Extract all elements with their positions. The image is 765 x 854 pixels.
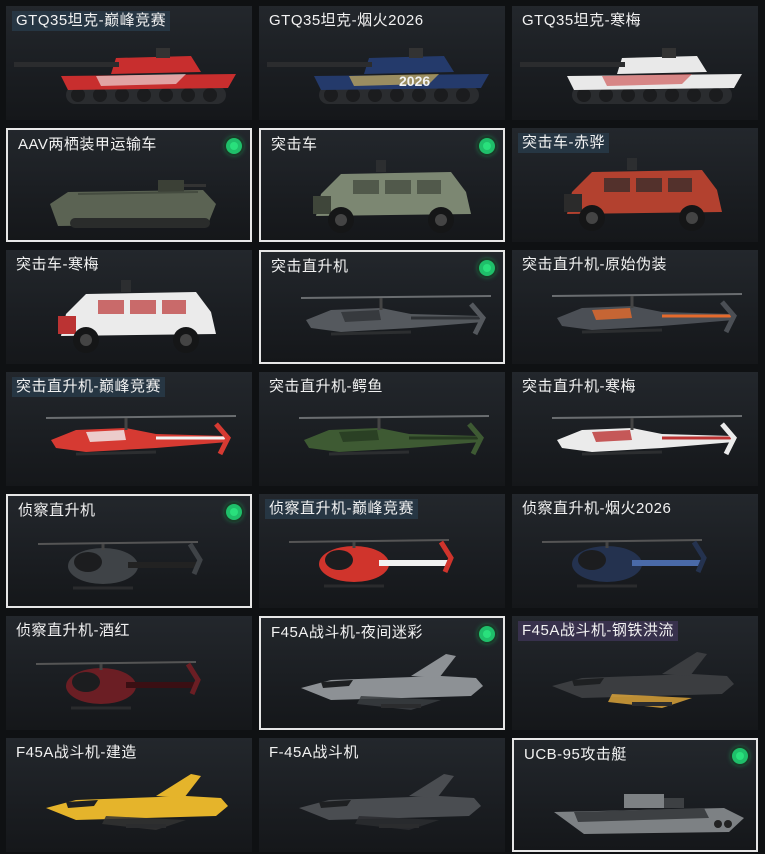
scout-vehicle-image xyxy=(35,661,201,710)
tank-vehicle-image: 2026 xyxy=(267,48,489,104)
vehicle-card[interactable]: 侦察直升机 xyxy=(6,494,252,608)
vehicle-card[interactable]: F45A战斗机-夜间迷彩 xyxy=(259,616,505,730)
jet-vehicle-image xyxy=(46,774,228,830)
scout-vehicle-image xyxy=(37,541,203,590)
heli-vehicle-image xyxy=(298,415,490,456)
tank-vehicle-image xyxy=(14,48,236,104)
vehicle-card[interactable]: F45A战斗机-建造 xyxy=(6,738,252,852)
vehicle-card[interactable]: 突击车-赤骅 xyxy=(512,128,758,242)
scout-vehicle-image xyxy=(288,539,454,588)
jet-vehicle-image xyxy=(301,654,483,710)
vehicle-card[interactable]: 突击直升机-巅峰竞赛 xyxy=(6,372,252,486)
heli-vehicle-image xyxy=(300,295,492,336)
svg-text:2026: 2026 xyxy=(399,73,430,89)
heli-vehicle-image xyxy=(45,415,237,456)
vehicle-card[interactable]: 侦察直升机-巅峰竞赛 xyxy=(259,494,505,608)
aav-vehicle-image xyxy=(50,180,216,228)
vehicle-card[interactable]: 突击车 xyxy=(259,128,505,242)
heli-vehicle-image xyxy=(551,293,743,334)
vehicle-card[interactable]: GTQ35坦克-巅峰竞赛 xyxy=(6,6,252,120)
vehicle-card[interactable]: UCB-95攻击艇 xyxy=(512,738,758,852)
vehicle-card[interactable]: 突击直升机-寒梅 xyxy=(512,372,758,486)
vehicle-card[interactable]: 侦察直升机-酒红 xyxy=(6,616,252,730)
jet-vehicle-image xyxy=(299,774,481,830)
truck-vehicle-image xyxy=(564,158,722,231)
vehicle-card[interactable]: AAV两栖装甲运输车 xyxy=(6,128,252,242)
vehicle-card[interactable]: 突击直升机-鳄鱼 xyxy=(259,372,505,486)
vehicle-card[interactable]: F45A战斗机-钢铁洪流 xyxy=(512,616,758,730)
vehicle-card[interactable]: GTQ35坦克-寒梅 xyxy=(512,6,758,120)
vehicle-card[interactable]: 突击车-寒梅 xyxy=(6,250,252,364)
heli-vehicle-image xyxy=(551,415,743,456)
vehicle-card[interactable]: 突击直升机 xyxy=(259,250,505,364)
scout-vehicle-image xyxy=(541,539,707,588)
vehicle-card[interactable]: 突击直升机-原始伪装 xyxy=(512,250,758,364)
vehicle-card[interactable]: F-45A战斗机 xyxy=(259,738,505,852)
truck-vehicle-image xyxy=(313,160,471,233)
vehicle-card[interactable]: GTQ35坦克-烟火2026 2026 xyxy=(259,6,505,120)
vehicle-card[interactable]: 侦察直升机-烟火2026 xyxy=(512,494,758,608)
tank-vehicle-image xyxy=(520,48,742,104)
jet-vehicle-image xyxy=(552,652,734,708)
boat-vehicle-image xyxy=(554,794,744,834)
truck-vehicle-image xyxy=(58,280,216,353)
vehicle-grid: GTQ35坦克-巅峰竞赛 GTQ35坦克-烟火2026 2026 GTQ35坦克-… xyxy=(0,0,765,854)
